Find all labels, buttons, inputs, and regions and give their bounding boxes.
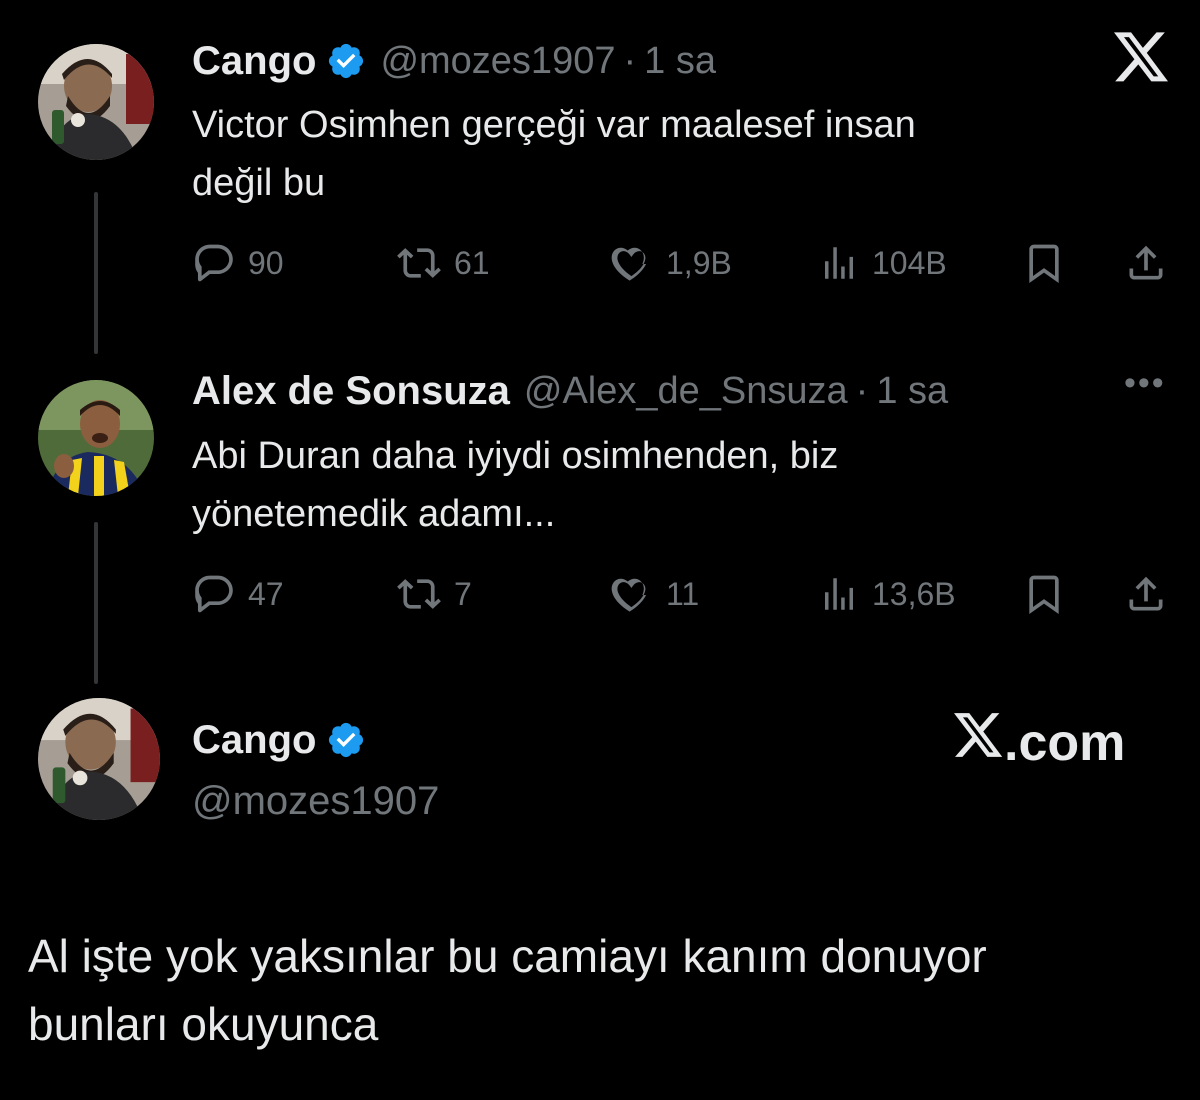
- like-count: 1,9B: [666, 244, 732, 281]
- tweet-actions: 47 7 11 13,6B: [192, 572, 1168, 622]
- tweet-text-line: Victor Osimhen gerçeği var maalesef insa…: [192, 104, 916, 146]
- timestamp[interactable]: 1 sa: [644, 40, 716, 83]
- views-count: 13,6B: [872, 575, 956, 612]
- bookmark-button[interactable]: [1022, 241, 1066, 285]
- tweet-text-line: Abi Duran daha iyiydi osimhenden, biz: [192, 435, 839, 477]
- quote-author-handle-row: @mozes1907: [192, 776, 439, 826]
- x-logo-icon: [954, 712, 1004, 773]
- bookmark-icon: [1022, 572, 1066, 616]
- retweet-count: 61: [454, 244, 490, 281]
- thread-line: [94, 192, 98, 354]
- tweet-actions: 90 61 1,9B 104B: [192, 241, 1168, 291]
- tweet-header: Alex de Sonsuza @Alex_de_Snsuza · 1 sa: [192, 366, 948, 416]
- share-button[interactable]: [1124, 241, 1168, 285]
- reply-button[interactable]: 47: [192, 572, 284, 616]
- tweet-header: Cango @mozes1907 · 1 sa: [192, 36, 716, 86]
- display-name[interactable]: Cango: [192, 39, 316, 84]
- avatar[interactable]: [38, 380, 154, 496]
- post-text-line: bunları okuyunca: [28, 998, 379, 1050]
- verified-badge-icon: [326, 41, 366, 81]
- brand-suffix: .com: [1004, 713, 1126, 772]
- tweet-text: Abi Duran daha iyiydi osimhenden, biz yö…: [192, 427, 838, 543]
- heart-icon: [608, 241, 654, 285]
- tweet-text-line: değil bu: [192, 162, 326, 204]
- retweet-icon: [396, 572, 442, 616]
- views-icon: [818, 572, 860, 616]
- views-button[interactable]: 13,6B: [818, 572, 956, 616]
- timestamp[interactable]: 1 sa: [876, 370, 948, 413]
- like-count: 11: [666, 575, 700, 612]
- user-handle[interactable]: @mozes1907: [192, 779, 439, 824]
- thread-line: [94, 522, 98, 684]
- user-handle[interactable]: @mozes1907: [380, 40, 615, 83]
- reply-icon: [192, 572, 236, 616]
- reply-button[interactable]: 90: [192, 241, 284, 285]
- avatar[interactable]: [38, 44, 154, 160]
- x-logo-icon[interactable]: [1114, 32, 1170, 89]
- retweet-button[interactable]: 7: [396, 572, 472, 616]
- bookmark-icon: [1022, 241, 1066, 285]
- retweet-button[interactable]: 61: [396, 241, 490, 285]
- display-name[interactable]: Cango: [192, 718, 316, 763]
- views-count: 104B: [872, 244, 947, 281]
- bookmark-button[interactable]: [1022, 572, 1066, 616]
- post-text: Al işte yok yaksınlar bu camiayı kanım d…: [28, 922, 987, 1058]
- share-icon: [1124, 241, 1168, 285]
- views-icon: [818, 241, 860, 285]
- user-handle[interactable]: @Alex_de_Snsuza: [524, 370, 848, 413]
- like-button[interactable]: 1,9B: [608, 241, 732, 285]
- reply-icon: [192, 241, 236, 285]
- reply-count: 90: [248, 244, 284, 281]
- avatar[interactable]: [38, 698, 160, 820]
- separator-dot: ·: [623, 39, 637, 82]
- more-icon[interactable]: •••: [1124, 364, 1166, 403]
- quote-author-header: Cango: [192, 714, 366, 766]
- verified-badge-icon: [326, 720, 366, 760]
- x-brand-logo: .com: [954, 712, 1125, 773]
- tweet-text: Victor Osimhen gerçeği var maalesef insa…: [192, 96, 916, 212]
- share-button[interactable]: [1124, 572, 1168, 616]
- separator-dot: ·: [855, 369, 869, 412]
- views-button[interactable]: 104B: [818, 241, 947, 285]
- share-icon: [1124, 572, 1168, 616]
- retweet-icon: [396, 241, 442, 285]
- tweet-text-line: yönetemedik adamı...: [192, 493, 556, 535]
- retweet-count: 7: [454, 575, 472, 612]
- reply-count: 47: [248, 575, 284, 612]
- like-button[interactable]: 11: [608, 572, 699, 616]
- heart-icon: [608, 572, 654, 616]
- post-text-line: Al işte yok yaksınlar bu camiayı kanım d…: [28, 930, 987, 982]
- display-name[interactable]: Alex de Sonsuza: [192, 369, 510, 414]
